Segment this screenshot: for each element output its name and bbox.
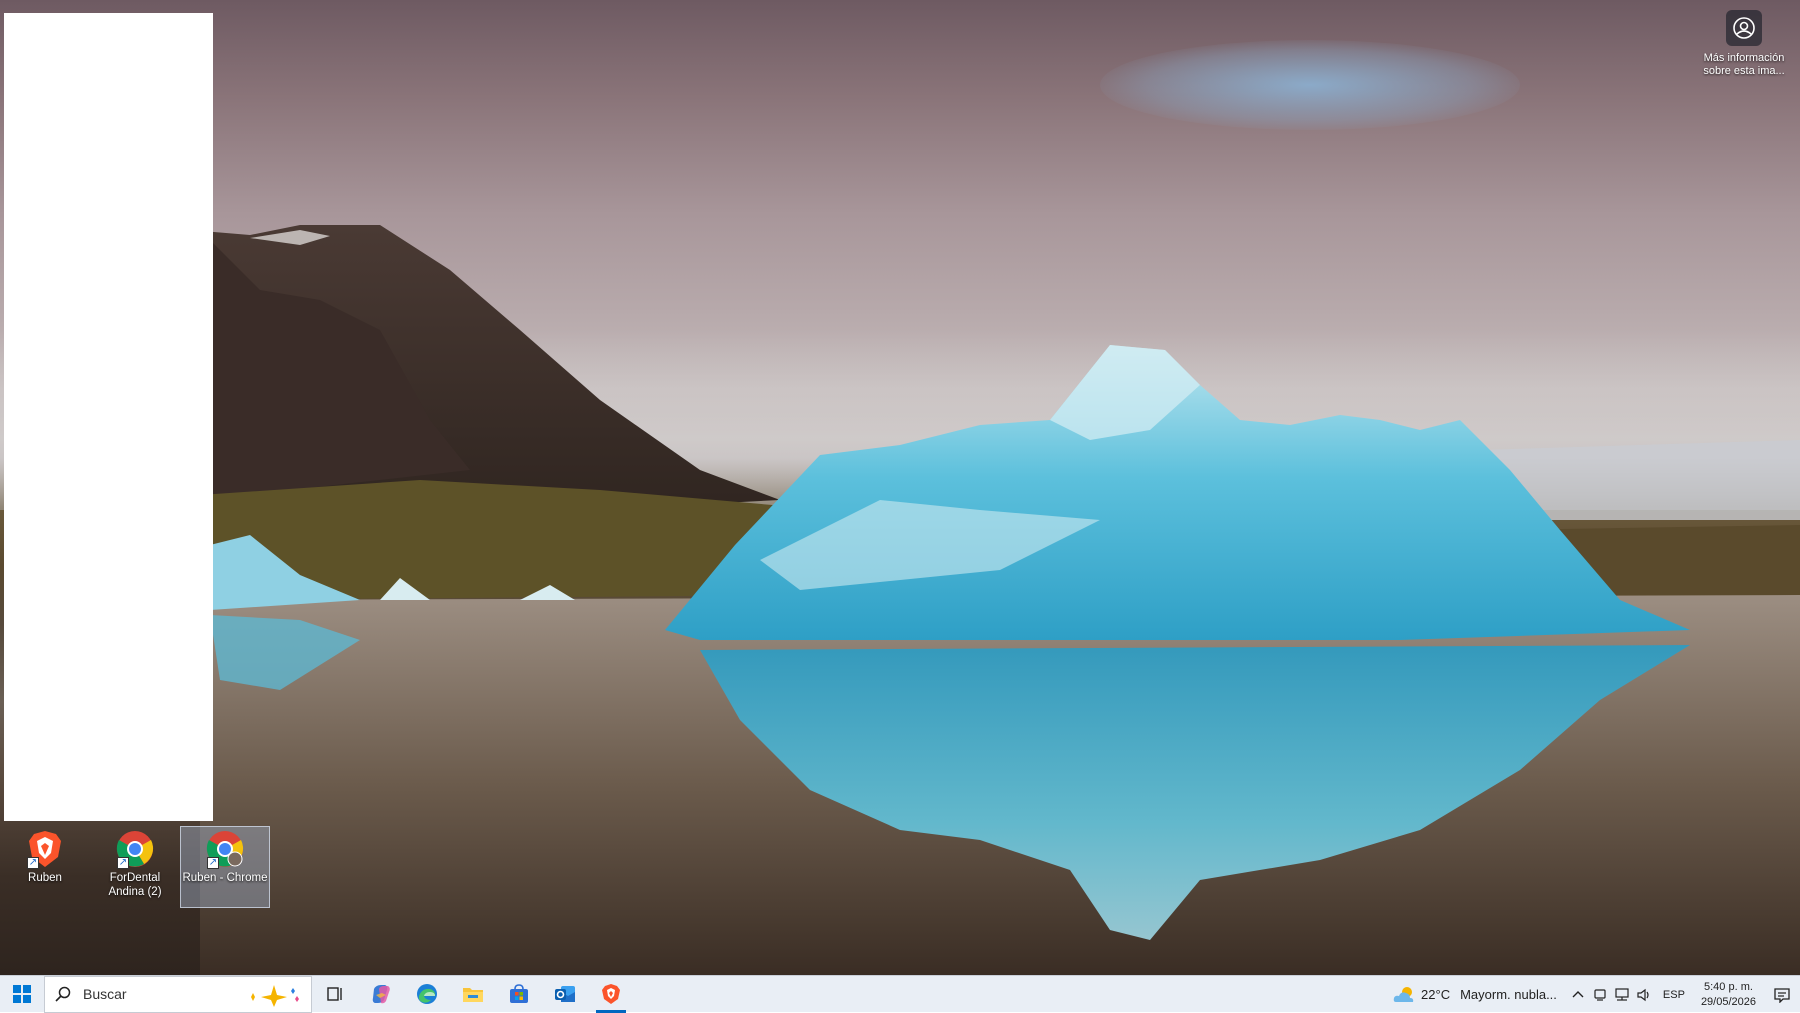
clock[interactable]: 5:40 p. m. 29/05/2026	[1693, 980, 1764, 1010]
weather-condition: Mayorm. nubla...	[1460, 987, 1557, 1002]
windows-start-icon	[13, 985, 31, 1003]
weather-widget[interactable]: 22°C Mayorm. nubla...	[1383, 976, 1567, 1013]
desktop-icon-ruben[interactable]: ↗ Ruben	[0, 826, 90, 908]
brave-shortcut-icon: ↗	[25, 829, 65, 869]
weather-temp: 22°C	[1421, 987, 1451, 1002]
desktop-icon-fordental[interactable]: ↗ ForDental Andina (2)	[90, 826, 180, 908]
chrome-shortcut-icon: ↗	[115, 829, 155, 869]
chrome-profile-shortcut-icon: ↗	[205, 829, 245, 869]
more-info-label: Más información sobre esta ima...	[1703, 52, 1785, 77]
cloudy-weather-icon	[1393, 986, 1414, 1002]
meet-now-icon	[1594, 988, 1606, 1001]
notification-center-button[interactable]	[1764, 976, 1800, 1013]
store-icon	[510, 984, 528, 1003]
edge-icon	[417, 984, 437, 1004]
clock-date: 29/05/2026	[1700, 995, 1756, 1008]
taskbar-edge[interactable]	[404, 976, 450, 1013]
taskbar: Buscar 22°C Mayorm. nubla... ESP 5:40 p.…	[0, 975, 1800, 1013]
start-button[interactable]	[0, 976, 44, 1013]
taskbar-copilot[interactable]	[358, 976, 404, 1013]
camera-info-icon	[1726, 10, 1762, 46]
taskbar-brave[interactable]	[588, 976, 634, 1013]
notification-icon	[1774, 987, 1790, 1003]
clock-time: 5:40 p. m.	[1704, 980, 1753, 993]
system-tray: 22°C Mayorm. nubla... ESP 5:40 p. m. 29/…	[1383, 976, 1800, 1013]
taskbar-search-box[interactable]: Buscar	[44, 975, 312, 1013]
taskbar-file-explorer[interactable]	[450, 976, 496, 1013]
search-placeholder: Buscar	[83, 986, 127, 1002]
show-hidden-icons-button[interactable]	[1567, 976, 1589, 1013]
outlook-icon	[555, 986, 575, 1002]
desktop[interactable]: Más información sobre esta ima... ↗ Rube…	[0, 0, 1800, 975]
volume-button[interactable]	[1633, 976, 1655, 1013]
task-view-icon	[327, 987, 342, 1001]
desktop-icon-label: Ruben - Chrome	[182, 872, 268, 884]
brave-icon	[602, 984, 620, 1004]
folder-icon	[463, 988, 483, 1002]
desktop-icon-label: Ruben	[28, 872, 62, 884]
taskbar-store[interactable]	[496, 976, 542, 1013]
chevron-up-icon	[1572, 990, 1584, 997]
input-language[interactable]: ESP	[1655, 989, 1693, 1001]
meet-now-button[interactable]	[1589, 976, 1611, 1013]
copilot-icon	[372, 985, 390, 1004]
blank-white-panel	[4, 13, 213, 821]
more-info-button[interactable]: Más información sobre esta ima...	[1694, 10, 1794, 78]
desktop-icon-ruben-chrome[interactable]: ↗ Ruben - Chrome	[180, 826, 270, 908]
network-button[interactable]	[1611, 976, 1633, 1013]
taskbar-task-view[interactable]	[312, 976, 358, 1013]
network-icon	[1615, 987, 1629, 1001]
wallpaper-landscape	[190, 225, 1800, 975]
copilot-sparkle-icon	[251, 984, 299, 1007]
desktop-icon-label: ForDental Andina (2)	[108, 872, 162, 898]
search-icon	[55, 986, 71, 1002]
taskbar-outlook[interactable]	[542, 976, 588, 1013]
volume-icon	[1637, 988, 1649, 1001]
